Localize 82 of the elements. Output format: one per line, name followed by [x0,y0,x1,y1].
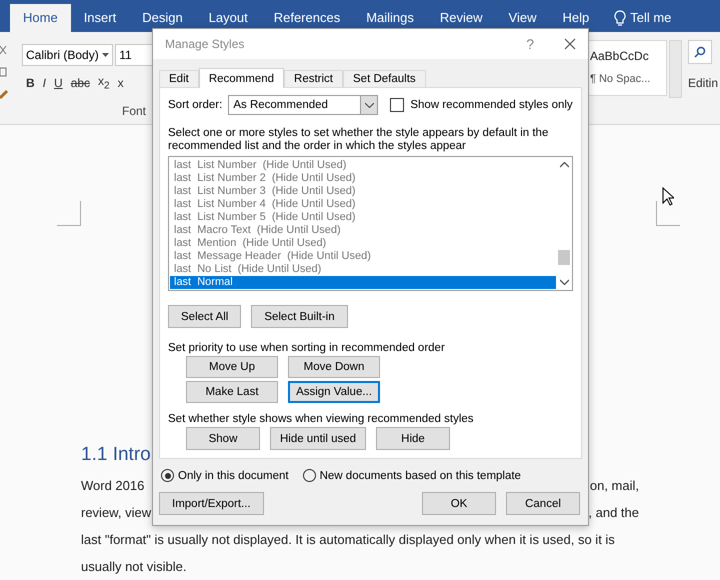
margin-mark [57,201,81,226]
ribbon-tab[interactable]: Insert [70,4,130,32]
section-label: Set priority to use when sorting in recommended order [168,342,446,354]
styles-list[interactable] [168,156,573,291]
style-name: ¶ No Spac... [590,73,652,85]
priority-button[interactable]: Move Down [288,356,380,378]
copy-icon[interactable] [0,66,8,78]
dropdown-icon [102,53,110,57]
dialog-tab[interactable]: Restrict [284,70,344,87]
ribbon-tab[interactable]: Review [426,4,496,32]
radio-button[interactable] [302,469,316,482]
style-row[interactable]: last Message Header (Hide Until Used) [170,250,556,263]
style-row[interactable]: last List Number 5 (Hide Until Used) [170,211,556,224]
select-button[interactable]: Select All [168,305,242,328]
style-row[interactable]: last List Number 3 (Hide Until Used) [170,185,556,198]
visibility-button[interactable]: Hide until used [270,427,366,450]
visibility-button[interactable]: Show [186,427,260,450]
format-button[interactable]: x$_{2}$ [98,74,110,92]
sort-order-dropdown[interactable]: As Recommended [228,95,378,115]
brush-icon[interactable] [0,88,8,100]
ribbon-tab[interactable]: Home [10,4,71,32]
select-button[interactable]: Select Built-in [251,305,348,328]
ribbon-tab[interactable]: Design [129,4,196,32]
ribbon-tab[interactable]: Help [549,4,602,32]
style-row[interactable]: last List Number 4 (Hide Until Used) [170,198,556,211]
editing-label[interactable]: Editin [688,76,720,90]
lightbulb-icon [614,10,626,26]
style-row[interactable]: last List Number (Hide Until Used) [170,159,556,172]
group-label: Font [122,104,146,118]
help-button[interactable]: ? [526,36,534,52]
format-button[interactable]: B [26,76,35,90]
search-button[interactable] [688,40,712,64]
ribbon-tab[interactable]: Layout [196,4,261,32]
checkbox-label[interactable]: Show recommended styles only [410,99,573,111]
priority-button[interactable]: Make Last [186,381,278,403]
ribbon-tab[interactable]: View [496,4,550,32]
scroll-down-icon[interactable] [560,279,568,285]
radio-label[interactable]: New documents based on this template [320,470,521,482]
format-button[interactable]: U [54,76,63,90]
ribbon-tab[interactable]: Mailings [353,4,427,32]
document-text: usually not visible. [81,559,186,576]
dialog-title: Manage Styles [165,37,246,51]
close-icon[interactable] [564,38,576,50]
style-row[interactable]: last No List (Hide Until Used) [170,263,556,276]
dialog-tab[interactable]: Edit [159,70,199,87]
dialog-tab[interactable]: Set Defaults [343,70,426,87]
visibility-button[interactable]: Hide [376,427,450,450]
style-row[interactable]: last Normal [170,276,556,289]
radio-label[interactable]: Only in this document [178,470,289,482]
radio-button[interactable] [161,469,174,482]
scissors-icon[interactable] [0,44,8,56]
import-export-button[interactable]: Import/Export... [159,492,264,515]
tell-me-tab[interactable]: Tell me [602,4,684,32]
search-icon [694,46,706,58]
format-button[interactable]: I [42,76,46,90]
scroll-up-icon[interactable] [560,162,568,168]
document-text: Word 2016 [81,478,144,495]
cancel-button[interactable]: Cancel [506,492,580,515]
ok-button[interactable]: OK [422,492,496,515]
section-label: Set whether style shows when viewing recommended styles [168,413,475,425]
font-name-box[interactable]: Calibri (Body) [22,44,114,66]
ribbon-tab[interactable]: References [260,4,354,32]
scroll-thumb[interactable] [558,250,570,265]
document-text: review, view [81,505,152,522]
checkbox[interactable] [390,98,404,112]
cursor-icon [662,187,674,206]
format-button[interactable]: abc [70,76,90,90]
document-text: , and the [588,505,639,522]
priority-button[interactable]: Assign Value... [288,381,380,403]
sort-label: Sort order: [168,99,222,111]
style-preview: AaBbCcDc [590,49,650,63]
priority-button[interactable]: Move Up [186,356,278,378]
style-row[interactable]: last List Number 2 (Hide Until Used) [170,172,556,185]
chevron-down-icon [364,102,374,108]
style-row[interactable]: last Mention (Hide Until Used) [170,237,556,250]
document-text: last "format" is usually not displayed. It is automatically displayed only when it is used, so it is [81,532,615,549]
document-text: on, mail, [590,478,639,495]
document-heading: 1.1 Intro [81,444,151,466]
format-button[interactable]: x [118,76,124,90]
instructions-text: Select one or more styles to set whether the style appears by default in the recommended list and the order in which the styles appear [168,127,550,153]
dialog-tab[interactable]: Recommend [198,68,284,88]
style-row[interactable]: last Macro Text (Hide Until Used) [170,224,556,237]
